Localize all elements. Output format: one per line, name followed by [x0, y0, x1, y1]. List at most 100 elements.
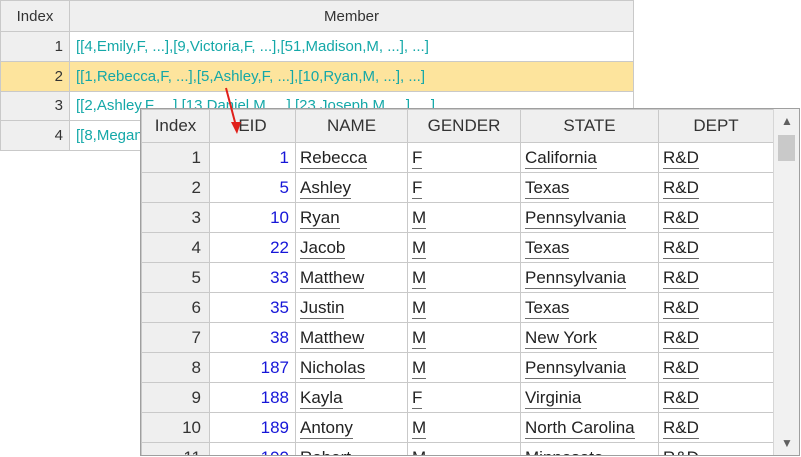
vertical-scrollbar[interactable]: ▲ ▼: [773, 109, 799, 455]
state-link[interactable]: Texas: [525, 297, 570, 319]
state-cell[interactable]: Minnesota: [520, 442, 659, 455]
gender-link[interactable]: M: [412, 417, 427, 439]
dept-cell[interactable]: R&D: [658, 412, 774, 443]
table-row[interactable]: 9 188 Kayla F Virginia R&D: [141, 382, 774, 413]
state-cell[interactable]: Texas: [520, 232, 659, 263]
state-cell[interactable]: Virginia: [520, 382, 659, 413]
dept-link[interactable]: R&D: [663, 447, 699, 455]
eid-cell[interactable]: 22: [209, 232, 296, 263]
state-link[interactable]: Pennsylvania: [525, 357, 627, 379]
gender-link[interactable]: F: [412, 177, 423, 199]
eid-cell[interactable]: 33: [209, 262, 296, 293]
dept-link[interactable]: R&D: [663, 327, 699, 349]
state-cell[interactable]: Pennsylvania: [520, 262, 659, 293]
name-cell[interactable]: Justin: [295, 292, 408, 323]
state-link[interactable]: New York: [525, 327, 597, 349]
state-cell[interactable]: Pennsylvania: [520, 352, 659, 383]
dept-cell[interactable]: R&D: [658, 442, 774, 455]
column-header-index[interactable]: Index: [0, 0, 70, 32]
table-row[interactable]: 10 189 Antony M North Carolina R&D: [141, 412, 774, 443]
column-header-member[interactable]: Member: [69, 0, 634, 32]
chevron-down-icon[interactable]: ▼: [774, 431, 799, 455]
gender-link[interactable]: M: [412, 237, 427, 259]
state-link[interactable]: Minnesota: [525, 447, 604, 455]
gender-cell[interactable]: M: [407, 322, 521, 353]
gender-cell[interactable]: M: [407, 262, 521, 293]
gender-cell[interactable]: F: [407, 382, 521, 413]
dept-cell[interactable]: R&D: [658, 322, 774, 353]
state-cell[interactable]: Texas: [520, 292, 659, 323]
column-header-name[interactable]: NAME: [295, 109, 408, 143]
dept-cell[interactable]: R&D: [658, 232, 774, 263]
dept-cell[interactable]: R&D: [658, 142, 774, 173]
name-cell[interactable]: Rebecca: [295, 142, 408, 173]
scrollbar-thumb[interactable]: [778, 135, 795, 161]
gender-cell[interactable]: M: [407, 352, 521, 383]
gender-link[interactable]: M: [412, 207, 427, 229]
name-cell[interactable]: Ashley: [295, 172, 408, 203]
name-cell[interactable]: Matthew: [295, 322, 408, 353]
dept-link[interactable]: R&D: [663, 267, 699, 289]
dept-link[interactable]: R&D: [663, 207, 699, 229]
eid-cell[interactable]: 189: [209, 412, 296, 443]
column-header-eid[interactable]: EID: [209, 109, 296, 143]
state-cell[interactable]: California: [520, 142, 659, 173]
name-link[interactable]: Kayla: [300, 387, 343, 409]
dept-cell[interactable]: R&D: [658, 292, 774, 323]
gender-link[interactable]: M: [412, 267, 427, 289]
state-cell[interactable]: New York: [520, 322, 659, 353]
member-detail-popup[interactable]: Index EID NAME GENDER STATE DEPT 1 1 Rebec…: [140, 108, 800, 456]
state-cell[interactable]: Pennsylvania: [520, 202, 659, 233]
eid-cell[interactable]: 35: [209, 292, 296, 323]
gender-link[interactable]: M: [412, 357, 427, 379]
eid-cell[interactable]: 10: [209, 202, 296, 233]
gender-link[interactable]: M: [412, 297, 427, 319]
name-link[interactable]: Robert: [300, 447, 352, 455]
eid-cell[interactable]: 1: [209, 142, 296, 173]
dept-link[interactable]: R&D: [663, 297, 699, 319]
name-link[interactable]: Matthew: [300, 327, 365, 349]
member-link[interactable]: [[4,Emily,F, ...],[9,Victoria,F, ...],[5…: [76, 38, 429, 55]
name-link[interactable]: Matthew: [300, 267, 365, 289]
name-cell[interactable]: Nicholas: [295, 352, 408, 383]
table-row[interactable]: 1 1 Rebecca F California R&D: [141, 142, 774, 173]
table-row[interactable]: 1 [[4,Emily,F, ...],[9,Victoria,F, ...],…: [0, 31, 634, 62]
name-link[interactable]: Nicholas: [300, 357, 366, 379]
table-row[interactable]: 8 187 Nicholas M Pennsylvania R&D: [141, 352, 774, 383]
member-cell[interactable]: [[1,Rebecca,F, ...],[5,Ashley,F, ...],[1…: [69, 60, 634, 92]
dept-cell[interactable]: R&D: [658, 352, 774, 383]
state-link[interactable]: Pennsylvania: [525, 267, 627, 289]
name-cell[interactable]: Kayla: [295, 382, 408, 413]
gender-link[interactable]: M: [412, 327, 427, 349]
member-link[interactable]: [[1,Rebecca,F, ...],[5,Ashley,F, ...],[1…: [76, 68, 425, 85]
name-link[interactable]: Ashley: [300, 177, 352, 199]
table-row[interactable]: 5 33 Matthew M Pennsylvania R&D: [141, 262, 774, 293]
name-link[interactable]: Jacob: [300, 237, 346, 259]
state-link[interactable]: California: [525, 147, 597, 169]
column-header-state[interactable]: STATE: [520, 109, 659, 143]
dept-link[interactable]: R&D: [663, 387, 699, 409]
dept-link[interactable]: R&D: [663, 417, 699, 439]
dept-link[interactable]: R&D: [663, 177, 699, 199]
dept-cell[interactable]: R&D: [658, 262, 774, 293]
name-cell[interactable]: Ryan: [295, 202, 408, 233]
gender-cell[interactable]: F: [407, 172, 521, 203]
table-row[interactable]: 4 22 Jacob M Texas R&D: [141, 232, 774, 263]
gender-cell[interactable]: M: [407, 412, 521, 443]
state-link[interactable]: Texas: [525, 237, 570, 259]
column-header-index[interactable]: Index: [141, 109, 210, 143]
table-row[interactable]: 11190 Robert M Minnesota R&D: [141, 442, 774, 455]
dept-link[interactable]: R&D: [663, 237, 699, 259]
member-cell[interactable]: [[4,Emily,F, ...],[9,Victoria,F, ...],[5…: [69, 31, 634, 62]
table-row[interactable]: 6 35 Justin M Texas R&D: [141, 292, 774, 323]
dept-cell[interactable]: R&D: [658, 202, 774, 233]
dept-cell[interactable]: R&D: [658, 382, 774, 413]
state-link[interactable]: Virginia: [525, 387, 582, 409]
gender-link[interactable]: M: [412, 447, 427, 455]
name-cell[interactable]: Jacob: [295, 232, 408, 263]
name-cell[interactable]: Antony: [295, 412, 408, 443]
gender-cell[interactable]: M: [407, 232, 521, 263]
eid-cell[interactable]: 188: [209, 382, 296, 413]
state-link[interactable]: North Carolina: [525, 417, 635, 439]
state-link[interactable]: Pennsylvania: [525, 207, 627, 229]
